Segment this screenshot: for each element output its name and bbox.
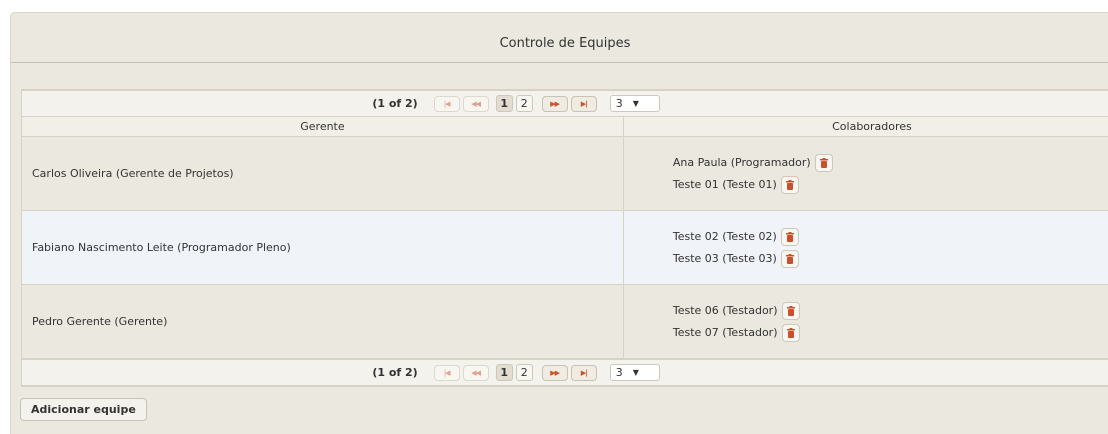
remove-colaborador-button[interactable] bbox=[781, 301, 800, 320]
trash-icon bbox=[786, 305, 795, 316]
first-page-icon: |◀ bbox=[443, 99, 451, 108]
trash-icon bbox=[786, 327, 795, 338]
trash-icon bbox=[819, 157, 828, 168]
rows-per-page-value: 3 bbox=[615, 366, 623, 379]
colaboradores-cell: Teste 06 (Testador) Teste 07 (Testador) bbox=[624, 285, 1108, 358]
rows-per-page-select[interactable]: 3 ▼ bbox=[609, 364, 660, 381]
add-team-button[interactable]: Adicionar equipe bbox=[20, 398, 147, 421]
last-page-icon: ▶| bbox=[580, 368, 588, 377]
page-links: 1 2 bbox=[495, 95, 536, 112]
trash-icon bbox=[785, 231, 794, 242]
trash-icon bbox=[785, 253, 794, 264]
last-page-button[interactable]: ▶| bbox=[570, 364, 597, 381]
paginator-top: (1 of 2) |◀ ◀◀ 1 2 ▶▶ ▶| 3 ▼ bbox=[22, 90, 1108, 117]
colaborador-name: Teste 02 (Teste 02) bbox=[672, 230, 777, 243]
colaboradores-cell: Teste 02 (Teste 02) Teste 03 (Teste 03) bbox=[624, 211, 1108, 284]
last-page-icon: ▶| bbox=[580, 99, 588, 108]
next-page-button[interactable]: ▶▶ bbox=[541, 95, 568, 112]
table-row: Pedro Gerente (Gerente) Teste 06 (Testad… bbox=[22, 285, 1108, 359]
prev-page-icon: ◀◀ bbox=[471, 99, 481, 108]
page-link-1[interactable]: 1 bbox=[495, 95, 513, 112]
next-page-button[interactable]: ▶▶ bbox=[541, 364, 568, 381]
page-link-1[interactable]: 1 bbox=[495, 364, 513, 381]
table-row: Fabiano Nascimento Leite (Programador Pl… bbox=[22, 211, 1108, 285]
page-report: (1 of 2) bbox=[372, 97, 418, 110]
remove-colaborador-button[interactable] bbox=[780, 227, 799, 246]
page-report: (1 of 2) bbox=[372, 366, 418, 379]
teams-panel: Controle de Equipes (1 of 2) |◀ ◀◀ 1 2 ▶… bbox=[10, 12, 1108, 434]
page-link-2[interactable]: 2 bbox=[515, 364, 533, 381]
colaborador-item: Teste 02 (Teste 02) bbox=[673, 226, 1108, 248]
colaborador-name: Ana Paula (Programador) bbox=[672, 156, 811, 169]
paginator-bottom: (1 of 2) |◀ ◀◀ 1 2 ▶▶ ▶| 3 ▼ bbox=[22, 359, 1108, 386]
chevron-down-icon: ▼ bbox=[632, 99, 639, 108]
column-header-colaboradores: Colaboradores bbox=[832, 120, 912, 133]
last-page-button[interactable]: ▶| bbox=[570, 95, 597, 112]
colaborador-name: Teste 06 (Testador) bbox=[672, 304, 778, 317]
trash-icon bbox=[785, 179, 794, 190]
prev-page-icon: ◀◀ bbox=[471, 368, 481, 377]
colaborador-name: Teste 01 (Teste 01) bbox=[672, 178, 777, 191]
colaborador-item: Teste 03 (Teste 03) bbox=[673, 248, 1108, 270]
colaborador-item: Ana Paula (Programador) bbox=[673, 152, 1108, 174]
next-page-icon: ▶▶ bbox=[550, 368, 560, 377]
prev-page-button[interactable]: ◀◀ bbox=[462, 364, 489, 381]
table-header: Gerente Colaboradores bbox=[22, 117, 1108, 137]
panel-title: Controle de Equipes bbox=[11, 13, 1108, 63]
colaborador-name: Teste 07 (Testador) bbox=[672, 326, 778, 339]
page-links: 1 2 bbox=[495, 364, 536, 381]
colaborador-item: Teste 06 (Testador) bbox=[673, 300, 1108, 322]
prev-page-button[interactable]: ◀◀ bbox=[462, 95, 489, 112]
remove-colaborador-button[interactable] bbox=[780, 249, 799, 268]
gerente-cell: Carlos Oliveira (Gerente de Projetos) bbox=[22, 137, 624, 210]
rows-per-page-value: 3 bbox=[615, 97, 623, 110]
first-page-button[interactable]: |◀ bbox=[433, 364, 460, 381]
gerente-cell: Pedro Gerente (Gerente) bbox=[22, 285, 624, 358]
column-header-gerente: Gerente bbox=[22, 117, 624, 136]
table-row: Carlos Oliveira (Gerente de Projetos) An… bbox=[22, 137, 1108, 211]
colaborador-name: Teste 03 (Teste 03) bbox=[672, 252, 777, 265]
teams-datatable: (1 of 2) |◀ ◀◀ 1 2 ▶▶ ▶| 3 ▼ Gerente Col… bbox=[21, 89, 1108, 387]
page-link-2[interactable]: 2 bbox=[515, 95, 533, 112]
chevron-down-icon: ▼ bbox=[632, 368, 639, 377]
colaborador-item: Teste 07 (Testador) bbox=[673, 322, 1108, 344]
colaborador-item: Teste 01 (Teste 01) bbox=[673, 174, 1108, 196]
remove-colaborador-button[interactable] bbox=[781, 323, 800, 342]
gerente-cell: Fabiano Nascimento Leite (Programador Pl… bbox=[22, 211, 624, 284]
remove-colaborador-button[interactable] bbox=[814, 153, 833, 172]
first-page-icon: |◀ bbox=[443, 368, 451, 377]
remove-colaborador-button[interactable] bbox=[780, 175, 799, 194]
rows-per-page-select[interactable]: 3 ▼ bbox=[609, 95, 660, 112]
colaboradores-cell: Ana Paula (Programador) Teste 01 (Teste … bbox=[624, 137, 1108, 210]
first-page-button[interactable]: |◀ bbox=[433, 95, 460, 112]
next-page-icon: ▶▶ bbox=[550, 99, 560, 108]
